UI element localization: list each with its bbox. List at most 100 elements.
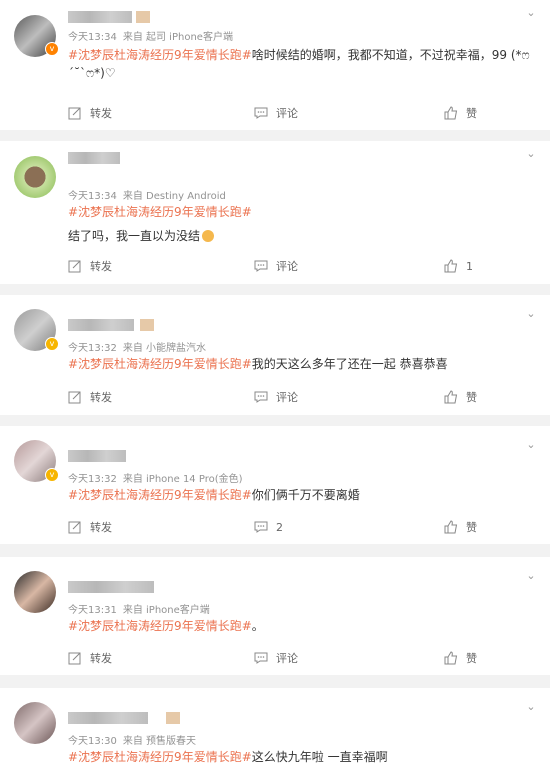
thumbs-up-icon <box>444 259 458 273</box>
username-blurred-tail <box>140 319 154 331</box>
comment-time: 今天13:34 <box>68 32 117 43</box>
comment-button[interactable]: 评论 <box>254 648 298 668</box>
repost-button[interactable]: 转发 <box>68 517 112 537</box>
comment-card: 今天13:31 来自 iPhone客户端 ⌄ #沈梦辰杜海涛经历9年爱情长跑#。 … <box>0 557 550 675</box>
verified-badge-icon: v <box>45 42 59 56</box>
repost-button[interactable]: 转发 <box>68 648 112 668</box>
comment-meta: 今天13:34 来自 Destiny Android <box>68 187 226 202</box>
thumbs-up-icon <box>444 651 458 665</box>
topic-link[interactable]: #沈梦辰杜海涛经历9年爱情长跑# <box>68 619 252 633</box>
repost-icon <box>68 521 81 534</box>
comment-icon <box>254 652 268 664</box>
comment-card: 今天13:34 来自 Destiny Android ⌄ #沈梦辰杜海涛经历9年爱… <box>0 141 550 284</box>
like-label: 赞 <box>466 391 477 404</box>
comment-count: 2 <box>276 520 283 534</box>
like-button[interactable]: 赞 <box>444 517 477 537</box>
comment-time: 今天13:32 <box>68 474 117 485</box>
comment-icon <box>254 391 268 403</box>
topic-link[interactable]: #沈梦辰杜海涛经历9年爱情长跑# <box>68 488 252 502</box>
username-blurred[interactable] <box>68 11 132 23</box>
like-button[interactable]: 赞 <box>444 387 477 407</box>
topic-link[interactable]: #沈梦辰杜海涛经历9年爱情长跑# <box>68 357 252 371</box>
comment-card: v 今天13:32 来自 小能牌盐汽水 ⌄ #沈梦辰杜海涛经历9年爱情长跑#我的天… <box>0 295 550 415</box>
comment-text: 这么快九年啦 一直幸福啊 <box>251 750 388 764</box>
comment-source: 来自 Destiny Android <box>122 191 226 202</box>
action-bar: 转发 评论 赞 <box>0 648 550 668</box>
comment-button[interactable]: 评论 <box>254 387 298 407</box>
comment-text: 结了吗，我一直以为没结 <box>68 229 201 243</box>
comment-meta: 今天13:31 来自 iPhone客户端 <box>68 601 210 616</box>
like-button[interactable]: 赞 <box>444 648 477 668</box>
chevron-down-icon[interactable]: ⌄ <box>524 147 538 161</box>
username-blurred-tail <box>136 11 150 23</box>
chevron-down-icon[interactable]: ⌄ <box>524 6 538 20</box>
chevron-down-icon[interactable]: ⌄ <box>524 438 538 452</box>
emoji-icon <box>202 230 215 242</box>
comment-source: 来自 iPhone 14 Pro(金色) <box>122 474 243 485</box>
comment-card: v 今天13:32 来自 iPhone 14 Pro(金色) ⌄ #沈梦辰杜海涛经… <box>0 426 550 544</box>
comment-body: #沈梦辰杜海涛经历9年爱情长跑#你们俩千万不要离婚 <box>68 486 538 504</box>
comment-card: v 今天13:34 来自 起司 iPhone客户端 ⌄ #沈梦辰杜海涛经历9年爱情… <box>0 0 550 130</box>
username-blurred[interactable] <box>68 450 126 462</box>
comment-feed: v 今天13:34 来自 起司 iPhone客户端 ⌄ #沈梦辰杜海涛经历9年爱情… <box>0 0 550 774</box>
username-blurred[interactable] <box>68 712 148 724</box>
comment-body: #沈梦辰杜海涛经历9年爱情长跑#这么快九年啦 一直幸福啊 <box>68 748 538 766</box>
chevron-down-icon[interactable]: ⌄ <box>524 307 538 321</box>
comment-time: 今天13:32 <box>68 343 117 354</box>
avatar[interactable] <box>14 571 56 613</box>
comment-time: 今天13:31 <box>68 605 117 616</box>
comment-source: 来自 预售版春天 <box>122 736 197 747</box>
comment-body: #沈梦辰杜海涛经历9年爱情长跑#我的天这么多年了还在一起 恭喜恭喜 <box>68 355 538 373</box>
repost-icon <box>68 391 81 404</box>
comment-card: 今天13:30 来自 预售版春天 ⌄ #沈梦辰杜海涛经历9年爱情长跑#这么快九年啦… <box>0 688 550 774</box>
username-blurred[interactable] <box>68 581 154 593</box>
comment-icon <box>254 521 268 533</box>
repost-label: 转发 <box>90 521 112 534</box>
thumbs-up-icon <box>444 520 458 534</box>
avatar[interactable] <box>14 156 56 198</box>
repost-label: 转发 <box>90 107 112 120</box>
username-blurred[interactable] <box>68 152 120 164</box>
comment-meta: 今天13:34 来自 起司 iPhone客户端 <box>68 28 233 43</box>
chevron-down-icon[interactable]: ⌄ <box>524 700 538 714</box>
like-label: 赞 <box>466 652 477 665</box>
verified-badge-icon: v <box>45 468 59 482</box>
topic-link[interactable]: #沈梦辰杜海涛经历9年爱情长跑# <box>68 48 252 62</box>
action-bar: 转发 评论 赞 <box>0 387 550 407</box>
repost-button[interactable]: 转发 <box>68 256 112 276</box>
comment-source: 来自 iPhone客户端 <box>122 605 210 616</box>
comment-button[interactable]: 评论 <box>254 256 298 276</box>
comment-source: 来自 起司 iPhone客户端 <box>122 32 233 43</box>
thumbs-up-icon <box>444 390 458 404</box>
action-bar: 转发 2 赞 <box>0 517 550 537</box>
comment-button[interactable]: 评论 <box>254 103 298 123</box>
comment-label: 评论 <box>276 260 298 273</box>
like-label: 赞 <box>466 107 477 120</box>
comment-button[interactable]: 2 <box>254 517 283 537</box>
repost-icon <box>68 652 81 665</box>
comment-meta: 今天13:32 来自 小能牌盐汽水 <box>68 339 206 354</box>
comment-time: 今天13:30 <box>68 736 117 747</box>
chevron-down-icon[interactable]: ⌄ <box>524 569 538 583</box>
comment-label: 评论 <box>276 391 298 404</box>
comment-body: #沈梦辰杜海涛经历9年爱情长跑#。 <box>68 617 538 635</box>
comment-body: #沈梦辰杜海涛经历9年爱情长跑#啥时候结的婚啊，我都不知道，不过祝幸福，99 (… <box>68 46 538 82</box>
comment-meta: 今天13:30 来自 预售版春天 <box>68 732 196 747</box>
repost-button[interactable]: 转发 <box>68 387 112 407</box>
like-label: 赞 <box>466 521 477 534</box>
like-button[interactable]: 赞 <box>444 103 477 123</box>
username-blurred[interactable] <box>68 319 134 331</box>
comment-icon <box>254 260 268 272</box>
comment-icon <box>254 107 268 119</box>
topic-link[interactable]: #沈梦辰杜海涛经历9年爱情长跑# <box>68 203 538 221</box>
topic-link[interactable]: #沈梦辰杜海涛经历9年爱情长跑# <box>68 750 252 764</box>
like-button[interactable]: 1 <box>444 256 473 276</box>
avatar[interactable] <box>14 702 56 744</box>
comment-time: 今天13:34 <box>68 191 117 202</box>
repost-icon <box>68 260 81 273</box>
comment-text: 。 <box>251 619 264 633</box>
action-bar: 转发 评论 1 <box>0 256 550 276</box>
like-count: 1 <box>466 259 473 273</box>
repost-button[interactable]: 转发 <box>68 103 112 123</box>
repost-icon <box>68 107 81 120</box>
